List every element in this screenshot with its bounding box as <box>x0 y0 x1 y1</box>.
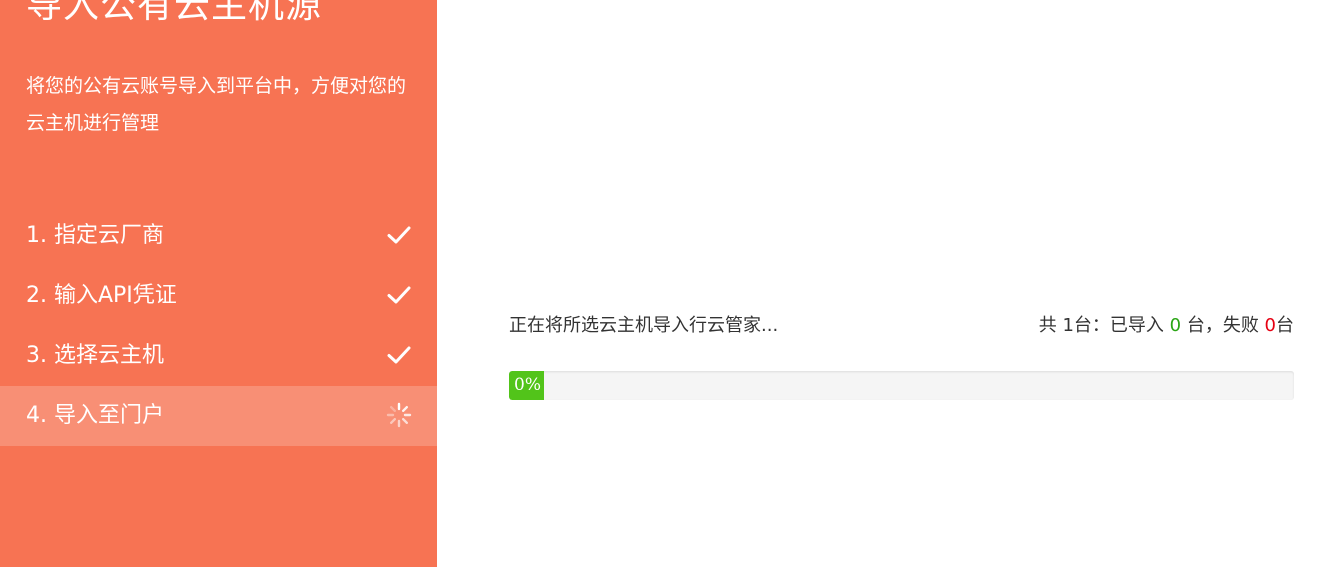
check-icon <box>386 222 412 248</box>
stats-suffix: 台 <box>1276 315 1294 336</box>
stats-middle: 台，失败 <box>1181 315 1265 336</box>
import-status-text: 正在将所选云主机导入行云管家... <box>509 315 779 336</box>
imported-count: 0 <box>1169 315 1182 336</box>
stats-prefix: 共 1台：已导入 <box>1038 315 1170 336</box>
spinner-icon <box>386 402 412 428</box>
wizard-sidebar: 导入公有云主机源 将您的公有云账号导入到平台中，方便对您的云主机进行管理 1. … <box>0 0 437 567</box>
wizard-title: 导入公有云主机源 <box>26 0 323 26</box>
failed-count: 0 <box>1264 315 1276 336</box>
progress-percent-label: 0% <box>514 375 541 395</box>
step-select-hosts: 3. 选择云主机 <box>0 326 437 386</box>
import-progress-panel: 正在将所选云主机导入行云管家... 共 1台：已导入 0 台，失败 0台 0% <box>437 0 1327 567</box>
check-icon <box>386 282 412 308</box>
check-icon <box>386 342 412 368</box>
import-stats: 共 1台：已导入 0 台，失败 0台 <box>1039 312 1294 340</box>
step-input-api-credentials: 2. 输入API凭证 <box>0 266 437 326</box>
wizard-steps: 1. 指定云厂商 2. 输入API凭证 3. 选择云主机 4. 导入至门户 <box>0 206 437 446</box>
wizard-description: 将您的公有云账号导入到平台中，方便对您的云主机进行管理 <box>26 75 407 134</box>
step-label: 4. 导入至门户 <box>26 403 164 428</box>
step-import-to-portal: 4. 导入至门户 <box>0 386 437 446</box>
import-progress-bar: 0% <box>509 371 1294 400</box>
step-label: 3. 选择云主机 <box>26 343 164 368</box>
step-label: 2. 输入API凭证 <box>26 283 177 308</box>
import-public-cloud-page: 导入公有云主机源 将您的公有云账号导入到平台中，方便对您的云主机进行管理 1. … <box>0 0 1327 567</box>
progress-fill: 0% <box>509 371 544 400</box>
step-specify-vendor: 1. 指定云厂商 <box>0 206 437 266</box>
step-label: 1. 指定云厂商 <box>26 223 164 248</box>
